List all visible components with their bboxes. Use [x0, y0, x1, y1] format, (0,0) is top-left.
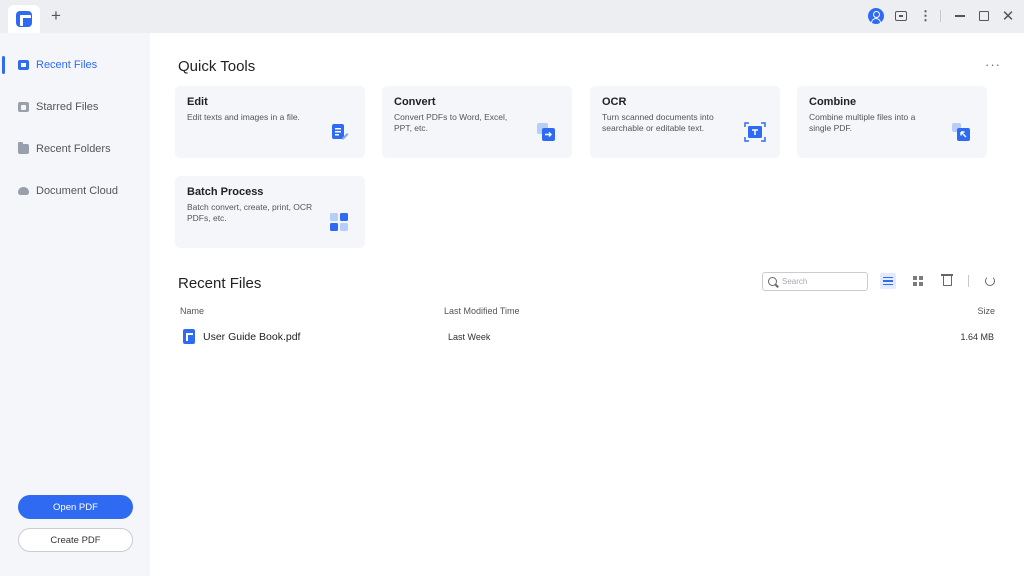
file-size: 1.64 MB: [960, 332, 994, 342]
quick-tools-more-icon[interactable]: ···: [985, 57, 1001, 72]
sidebar-item-document-cloud[interactable]: Document Cloud: [0, 178, 150, 204]
maximize-icon[interactable]: [976, 8, 992, 24]
card-title: Edit: [187, 96, 208, 108]
sidebar: Recent Files Starred Files Recent Folder…: [0, 33, 150, 576]
folder-icon: [18, 142, 29, 154]
sidebar-item-starred-files[interactable]: Starred Files: [0, 94, 150, 120]
feedback-icon[interactable]: [893, 8, 909, 24]
main-content: Quick Tools ··· Edit Edit texts and imag…: [150, 33, 1024, 576]
search-input[interactable]: [782, 277, 862, 286]
search-icon: [768, 277, 777, 286]
card-description: Combine multiple files into a single PDF…: [809, 112, 916, 133]
table-row[interactable]: User Guide Book.pdf Last Week 1.64 MB: [174, 325, 1004, 349]
card-title: Batch Process: [187, 186, 264, 198]
search-box[interactable]: [762, 272, 868, 291]
star-icon: [18, 102, 29, 112]
plus-icon[interactable]: +: [48, 7, 64, 25]
sidebar-item-label: Recent Files: [36, 59, 98, 71]
toolbar-divider: [968, 275, 969, 287]
close-icon[interactable]: ✕: [1000, 8, 1016, 25]
card-description: Convert PDFs to Word, Excel, PPT, etc.: [394, 112, 508, 133]
combine-icon: [952, 123, 970, 141]
card-title: OCR: [602, 96, 627, 108]
convert-icon: [537, 123, 555, 141]
create-pdf-button[interactable]: Create PDF: [18, 528, 133, 552]
file-modified-time: Last Week: [448, 332, 491, 342]
card-description: Turn scanned documents into searchable o…: [602, 112, 714, 133]
card-description: Edit texts and images in a file.: [187, 112, 300, 122]
recent-files-icon: [18, 60, 29, 70]
batch-process-icon: [330, 213, 348, 231]
open-pdf-button[interactable]: Open PDF: [18, 495, 133, 519]
pdf-file-icon: [183, 329, 195, 344]
sidebar-item-label: Recent Folders: [36, 143, 111, 155]
column-header-name[interactable]: Name: [180, 306, 204, 316]
title-bar: + ⋮ ✕: [0, 0, 1024, 33]
tool-card-batch-process[interactable]: Batch Process Batch convert, create, pri…: [175, 176, 365, 248]
card-title: Combine: [809, 96, 857, 108]
refresh-icon[interactable]: [982, 273, 998, 289]
tool-card-convert[interactable]: Convert Convert PDFs to Word, Excel, PPT…: [382, 86, 572, 158]
sidebar-item-label: Document Cloud: [36, 185, 118, 197]
recent-files-title: Recent Files: [178, 275, 262, 292]
card-title: Convert: [394, 96, 436, 108]
card-description: Batch convert, create, print, OCR PDFs, …: [187, 202, 313, 223]
tool-card-edit[interactable]: Edit Edit texts and images in a file.: [175, 86, 365, 158]
ocr-icon: [744, 122, 766, 142]
edit-icon: [332, 124, 349, 140]
titlebar-divider: [940, 10, 941, 22]
tool-card-combine[interactable]: Combine Combine multiple files into a si…: [797, 86, 987, 158]
active-indicator: [2, 56, 5, 74]
sidebar-item-recent-files[interactable]: Recent Files: [0, 52, 150, 78]
trash-icon[interactable]: [939, 273, 955, 289]
file-name: User Guide Book.pdf: [203, 331, 301, 343]
cloud-icon: [18, 187, 29, 195]
quick-tools-title: Quick Tools: [178, 58, 256, 75]
list-view-icon[interactable]: [880, 273, 896, 289]
user-icon[interactable]: [868, 8, 884, 24]
app-logo-icon: [16, 11, 32, 27]
more-icon[interactable]: ⋮: [917, 8, 933, 24]
grid-view-icon[interactable]: [910, 273, 926, 289]
column-header-size[interactable]: Size: [977, 306, 995, 316]
tool-card-ocr[interactable]: OCR Turn scanned documents into searchab…: [590, 86, 780, 158]
minimize-icon[interactable]: [952, 8, 968, 24]
sidebar-item-label: Starred Files: [36, 101, 99, 113]
home-tab[interactable]: [8, 5, 40, 33]
column-header-modified[interactable]: Last Modified Time: [444, 306, 520, 316]
sidebar-item-recent-folders[interactable]: Recent Folders: [0, 136, 150, 162]
